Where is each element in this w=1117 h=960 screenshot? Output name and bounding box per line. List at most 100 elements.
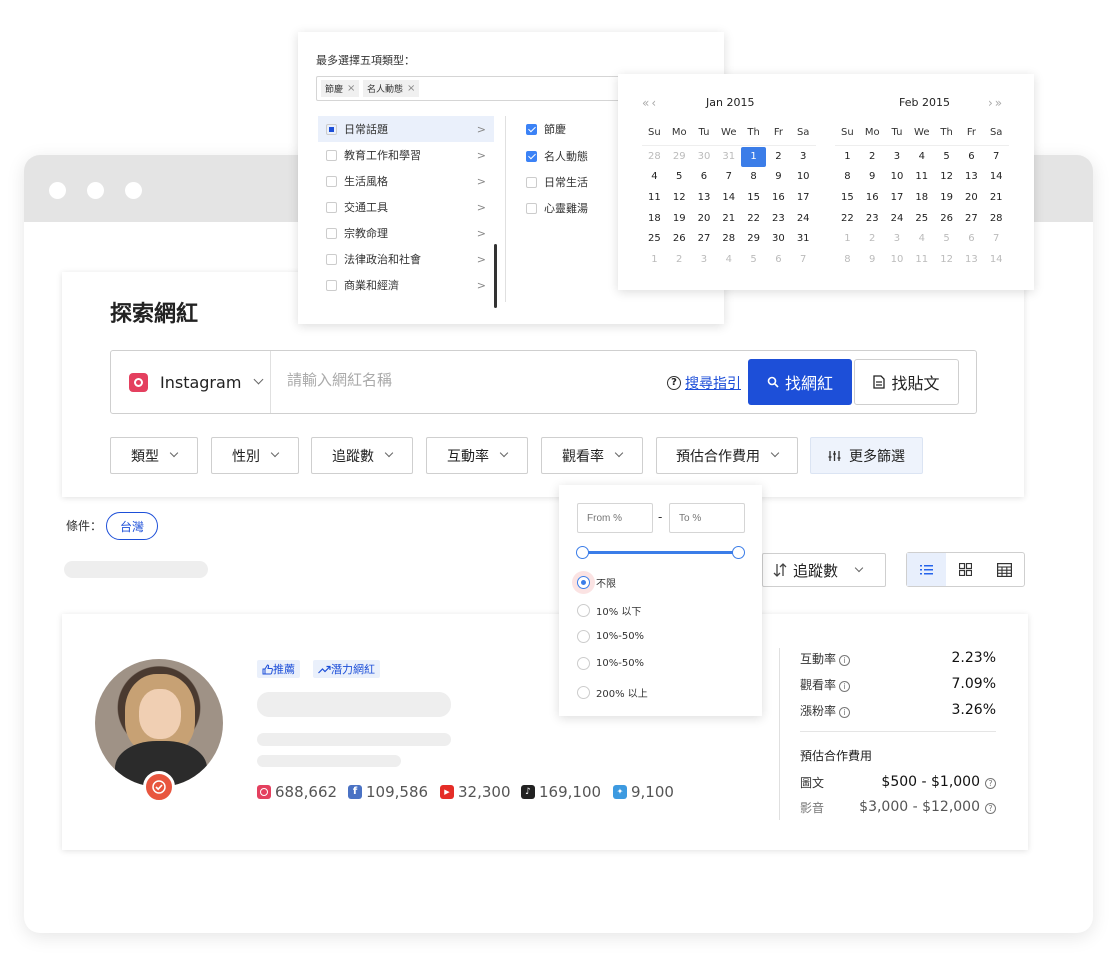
range-to-input[interactable] xyxy=(669,503,745,533)
filter-engagement[interactable]: 互動率 xyxy=(426,437,528,474)
calendar-day[interactable]: 19 xyxy=(934,188,959,209)
category-item[interactable]: 生活風格 > xyxy=(318,168,494,194)
calendar-day[interactable]: 9 xyxy=(860,250,885,271)
next-month-icon[interactable]: ›» xyxy=(988,96,1004,110)
checkbox[interactable] xyxy=(526,176,537,188)
radio[interactable] xyxy=(577,686,590,699)
calendar-day[interactable]: 7 xyxy=(984,147,1009,168)
calendar-day[interactable]: 5 xyxy=(667,167,692,188)
calendar-day[interactable]: 10 xyxy=(885,250,910,271)
calendar-day[interactable]: 28 xyxy=(984,209,1009,230)
info-icon[interactable]: i xyxy=(839,681,851,692)
search-input[interactable] xyxy=(287,372,647,389)
radio[interactable] xyxy=(577,630,590,643)
calendar-day[interactable]: 18 xyxy=(642,209,667,230)
calendar-day[interactable]: 26 xyxy=(667,229,692,250)
selected-tag[interactable]: 名人動態 × xyxy=(363,80,420,97)
checkbox[interactable] xyxy=(326,279,337,291)
calendar-day[interactable]: 28 xyxy=(642,147,667,168)
calendar-day[interactable]: 6 xyxy=(766,250,791,271)
subcategory-item[interactable]: 名人動態 xyxy=(526,143,588,169)
close-icon[interactable]: × xyxy=(347,83,355,94)
calendar-day[interactable]: 4 xyxy=(642,167,667,188)
search-guide-link[interactable]: 搜尋指引 xyxy=(685,373,741,393)
calendar-day[interactable]: 3 xyxy=(885,147,910,168)
calendar-day[interactable]: 13 xyxy=(959,250,984,271)
calendar-day[interactable]: 18 xyxy=(909,188,934,209)
radio[interactable] xyxy=(577,604,590,617)
calendar-day[interactable]: 4 xyxy=(716,250,741,271)
influencer-result-card[interactable]: 推薦 潛力網紅 688,662 f 109,586 ▶ 32,300 ♪ 169… xyxy=(62,614,1028,850)
calendar-day[interactable]: 29 xyxy=(667,147,692,168)
subcategory-item[interactable]: 心靈雞湯 xyxy=(526,195,588,221)
checkbox[interactable] xyxy=(526,150,537,162)
calendar-day[interactable]: 11 xyxy=(909,250,934,271)
calendar-day[interactable]: 3 xyxy=(692,250,717,271)
calendar-day[interactable]: 3 xyxy=(885,229,910,250)
checkbox[interactable] xyxy=(326,175,337,187)
calendar-day[interactable]: 6 xyxy=(692,167,717,188)
radio[interactable] xyxy=(577,576,590,589)
calendar-day[interactable]: 8 xyxy=(835,167,860,188)
calendar-day[interactable]: 24 xyxy=(885,209,910,230)
calendar-day[interactable]: 25 xyxy=(642,229,667,250)
category-item[interactable]: 宗教命理 > xyxy=(318,220,494,246)
range-from-input[interactable] xyxy=(577,503,653,533)
calendar-day[interactable]: 1 xyxy=(741,146,766,168)
calendar-day[interactable]: 6 xyxy=(959,147,984,168)
calendar-day[interactable]: 8 xyxy=(741,167,766,188)
calendar-day[interactable]: 21 xyxy=(716,209,741,230)
calendar-day[interactable]: 4 xyxy=(909,229,934,250)
calendar-day[interactable]: 14 xyxy=(984,250,1009,271)
calendar-day[interactable]: 14 xyxy=(716,188,741,209)
platform-select[interactable]: Instagram xyxy=(111,351,271,413)
calendar-day[interactable]: 17 xyxy=(791,188,816,209)
calendar-day[interactable]: 12 xyxy=(667,188,692,209)
checkbox[interactable] xyxy=(526,123,537,135)
search-guide[interactable]: ? 搜尋指引 xyxy=(667,373,741,393)
calendar-day[interactable]: 24 xyxy=(791,209,816,230)
subcategory-item[interactable]: 日常生活 xyxy=(526,169,588,195)
checkbox[interactable] xyxy=(326,123,337,135)
calendar-day[interactable]: 27 xyxy=(959,209,984,230)
calendar-day[interactable]: 7 xyxy=(791,250,816,271)
checkbox[interactable] xyxy=(326,253,337,265)
calendar-day[interactable]: 31 xyxy=(791,229,816,250)
calendar-day[interactable]: 1 xyxy=(642,250,667,271)
calendar-day[interactable]: 2 xyxy=(667,250,692,271)
calendar-day[interactable]: 8 xyxy=(835,250,860,271)
help-icon[interactable]: ? xyxy=(985,778,996,789)
find-influencer-button[interactable]: 找網紅 xyxy=(748,359,852,405)
checkbox[interactable] xyxy=(326,149,337,161)
range-slider-track[interactable] xyxy=(583,551,738,554)
category-item[interactable]: 教育工作和學習 > xyxy=(318,142,494,168)
more-filters-button[interactable]: 更多篩選 xyxy=(810,437,923,474)
sort-select[interactable]: 追蹤數 xyxy=(762,553,886,587)
calendar-day[interactable]: 30 xyxy=(692,147,717,168)
checkbox[interactable] xyxy=(326,227,337,239)
filter-category[interactable]: 類型 xyxy=(110,437,198,474)
category-item[interactable]: 法律政治和社會 > xyxy=(318,246,494,272)
range-option[interactable]: 10%-50% xyxy=(577,630,644,643)
calendar-day[interactable]: 11 xyxy=(909,167,934,188)
calendar-day[interactable]: 26 xyxy=(934,209,959,230)
filter-gender[interactable]: 性別 xyxy=(211,437,299,474)
help-icon[interactable]: ? xyxy=(985,803,996,814)
calendar-day[interactable]: 22 xyxy=(835,209,860,230)
calendar-day[interactable]: 6 xyxy=(959,229,984,250)
avatar[interactable] xyxy=(95,659,223,787)
calendar-day[interactable]: 28 xyxy=(716,229,741,250)
calendar-day[interactable]: 20 xyxy=(959,188,984,209)
calendar-day[interactable]: 23 xyxy=(860,209,885,230)
checkbox[interactable] xyxy=(526,202,537,214)
calendar-day[interactable]: 30 xyxy=(766,229,791,250)
filter-estimated-fee[interactable]: 預估合作費用 xyxy=(656,437,798,474)
range-option[interactable]: 10%-50% xyxy=(577,657,644,670)
calendar-day[interactable]: 23 xyxy=(766,209,791,230)
calendar-day[interactable]: 27 xyxy=(692,229,717,250)
calendar-day[interactable]: 5 xyxy=(934,147,959,168)
calendar-day[interactable]: 5 xyxy=(741,250,766,271)
calendar-day[interactable]: 17 xyxy=(885,188,910,209)
calendar-day[interactable]: 21 xyxy=(984,188,1009,209)
calendar-day[interactable]: 9 xyxy=(860,167,885,188)
